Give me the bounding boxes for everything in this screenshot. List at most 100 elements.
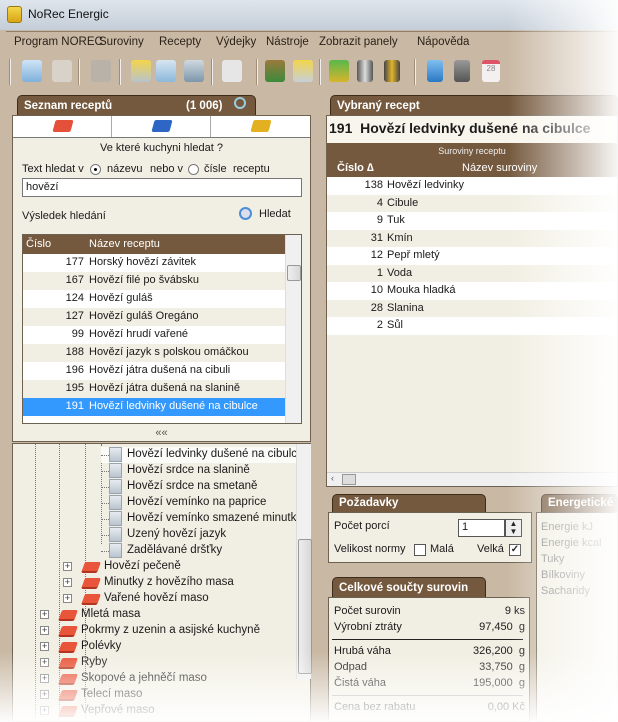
collapse-button[interactable]: ««: [13, 427, 310, 439]
ingredient-row[interactable]: 138 Hovězí ledvinky: [327, 177, 617, 195]
battery-icon[interactable]: [384, 60, 400, 82]
kitchen-tab-red[interactable]: [13, 116, 112, 137]
norm-label: Velikost normy: [334, 543, 406, 555]
tree-recipe[interactable]: Uzený hovězí jazyk: [101, 527, 296, 543]
import-icon[interactable]: [22, 60, 42, 82]
tree-connector: [101, 471, 109, 472]
search-button-label: Hledat: [259, 208, 291, 220]
result-row[interactable]: 127 Hovězí guláš Oregáno: [23, 308, 285, 326]
expand-icon[interactable]: +: [40, 674, 49, 683]
ingredient-row[interactable]: 10 Mouka hladká: [327, 282, 617, 300]
menu-zobrazit-panely[interactable]: Zobrazit panely: [319, 36, 398, 48]
red-book-icon: [57, 690, 79, 701]
radio-name[interactable]: [90, 164, 101, 175]
menu-nastroje[interactable]: Nástroje: [266, 36, 309, 48]
menu-vydejky[interactable]: Výdejky: [216, 36, 256, 48]
menu-napoveda[interactable]: Nápověda: [417, 36, 469, 48]
search-button[interactable]: Hledat: [239, 204, 299, 226]
vegetables-icon[interactable]: [265, 60, 285, 82]
col-ingredient-name[interactable]: Název suroviny: [462, 162, 537, 174]
battery-check-icon[interactable]: [357, 60, 373, 82]
ingredient-row[interactable]: 31 Kmín: [327, 229, 617, 247]
ingredient-row[interactable]: 4 Cibule: [327, 194, 617, 212]
ingredient-name: Sůl: [387, 319, 403, 331]
hscroll-thumb[interactable]: [342, 474, 356, 485]
ingredient-name: Voda: [387, 266, 413, 279]
jar-refresh-icon[interactable]: [131, 60, 151, 82]
menu-program[interactable]: Program NOREC: [14, 36, 103, 48]
result-row[interactable]: 167 Hovězí filé po švábsku: [23, 272, 285, 290]
radio-number[interactable]: [188, 164, 199, 175]
tree-recipe[interactable]: Hovězí srdce na smetaně: [101, 479, 296, 495]
recipe-list-title: Seznam receptů: [24, 100, 113, 112]
preview-icon[interactable]: [52, 60, 72, 82]
result-row[interactable]: 196 Hovězí játra dušená na cibuli: [23, 362, 285, 380]
toolbar-separator: [9, 59, 11, 85]
ingredient-row[interactable]: 28 Slanina: [327, 299, 617, 317]
expand-icon[interactable]: +: [63, 578, 72, 587]
kitchen-tab-yellow[interactable]: [211, 116, 310, 137]
grid-hscrollbar[interactable]: ‹: [327, 472, 617, 486]
tree-recipe[interactable]: Hovězí ledvinky dušené na cibulce: [101, 447, 303, 463]
scroll-left-icon[interactable]: ‹: [331, 473, 334, 483]
scroll-thumb[interactable]: [287, 265, 301, 281]
menu-suroviny[interactable]: Suroviny: [99, 36, 144, 48]
radio-name-label: názevu: [107, 163, 143, 175]
results-header: Číslo Název receptu: [23, 235, 285, 254]
tree-recipe[interactable]: Hovězí vemínko na paprice: [101, 495, 296, 511]
expand-icon[interactable]: +: [40, 642, 49, 651]
search-input[interactable]: hovězí: [22, 178, 302, 197]
recipe-doc-icon: [109, 463, 122, 478]
expand-icon[interactable]: +: [40, 626, 49, 635]
result-number: 167: [65, 274, 84, 286]
tree-scroll-thumb[interactable]: [298, 539, 312, 674]
col-name[interactable]: Název receptu: [89, 238, 160, 250]
tree-connector: [101, 503, 109, 504]
calculator-gray-icon[interactable]: [454, 60, 470, 82]
calculator-blue-icon[interactable]: [427, 60, 443, 82]
expand-icon[interactable]: +: [63, 594, 72, 603]
portions-input[interactable]: 1: [458, 519, 505, 537]
expand-icon[interactable]: +: [40, 690, 49, 699]
ingredient-row[interactable]: 9 Tuk: [327, 212, 617, 230]
total-value: 326,200 g: [473, 645, 525, 657]
calendar-icon[interactable]: 28: [482, 60, 500, 82]
tree-connector: [101, 455, 109, 456]
requirements-panel: Počet porcí 1 ▲ ▼ Velikost normy Malá Vel…: [328, 512, 532, 563]
expand-icon[interactable]: +: [40, 658, 49, 667]
result-row[interactable]: 99 Hovězí hrudí vařené: [23, 326, 285, 344]
jar-check-icon[interactable]: [293, 60, 313, 82]
tree-recipe[interactable]: Hovězí srdce na slanině: [101, 463, 296, 479]
tree-recipe[interactable]: Zadělávané dršťky: [101, 543, 296, 559]
tree-connector: [101, 535, 109, 536]
result-row[interactable]: 177 Horský hovězí závitek: [23, 254, 285, 272]
ingredient-row[interactable]: 2 Sůl: [327, 317, 617, 335]
result-row[interactable]: 188 Hovězí jazyk s polskou omáčkou: [23, 344, 285, 362]
tree-scrollbar[interactable]: [296, 444, 312, 679]
kitchen-tab-blue[interactable]: [112, 116, 211, 137]
small-norm-checkbox[interactable]: [414, 544, 426, 556]
print-check-icon[interactable]: [91, 60, 111, 82]
expand-icon[interactable]: +: [40, 706, 49, 715]
expand-icon[interactable]: +: [40, 610, 49, 619]
app-window: NoRec Energic Program NOREC Suroviny Rec…: [0, 0, 618, 722]
col-number[interactable]: Číslo: [26, 238, 51, 250]
result-row[interactable]: 124 Hovězí guláš: [23, 290, 285, 308]
result-row[interactable]: 191 Hovězí ledvinky dušené na cibulce: [23, 398, 285, 416]
menu-recepty[interactable]: Recepty: [159, 36, 201, 48]
tree-recipe[interactable]: Hovězí vemínko smazené minutka: [101, 511, 303, 527]
search-icon[interactable]: [234, 97, 246, 109]
money-icon[interactable]: [329, 60, 349, 82]
big-norm-checkbox[interactable]: ✓: [509, 544, 521, 556]
toolbar-separator: [256, 59, 258, 85]
printer-check-icon[interactable]: [222, 60, 242, 82]
expand-icon[interactable]: +: [63, 562, 72, 571]
ingredient-row[interactable]: 12 Pepř mletý: [327, 247, 617, 265]
portions-spinner[interactable]: ▲ ▼: [505, 519, 522, 537]
ingredient-row[interactable]: 1 Voda: [327, 264, 617, 282]
col-ingredient-number[interactable]: Číslo ∆: [337, 162, 374, 174]
doc-import-icon[interactable]: [156, 60, 176, 82]
result-row[interactable]: 195 Hovězí játra dušená na slanině: [23, 380, 285, 398]
jar-upload-icon[interactable]: [184, 60, 204, 82]
results-scrollbar[interactable]: [285, 235, 301, 423]
